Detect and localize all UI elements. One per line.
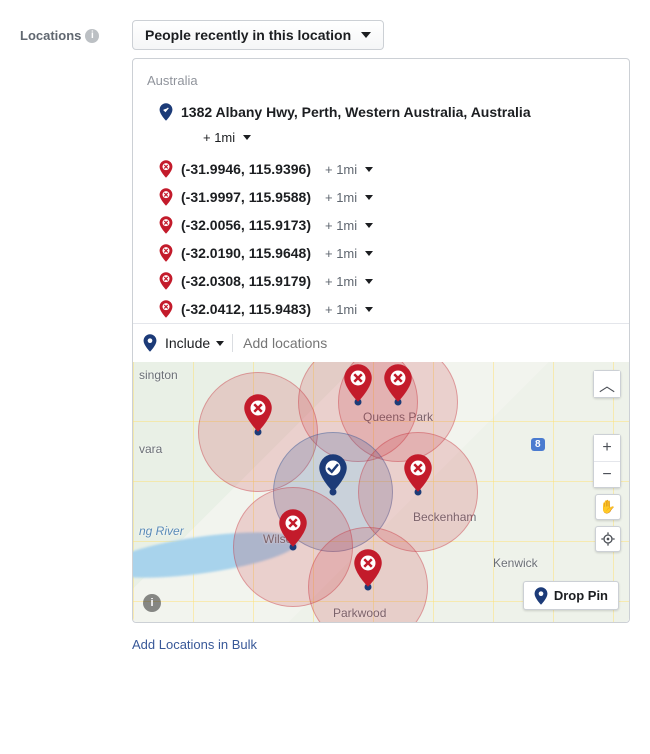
radius-dropdown[interactable]: + 1mi — [325, 162, 373, 177]
location-coords: (-31.9946, 115.9396) — [181, 161, 311, 177]
chevron-down-icon — [216, 341, 224, 346]
map-exclude-pin[interactable] — [243, 394, 273, 432]
map-place-label: ng River — [139, 524, 184, 538]
location-coords: (-32.0190, 115.9648) — [181, 245, 311, 261]
exclude-pin-icon — [159, 246, 173, 260]
location-row[interactable]: (-32.0190, 115.9648) + 1mi — [147, 239, 615, 267]
audience-dropdown[interactable]: People recently in this location — [132, 20, 384, 50]
location-row[interactable]: (-32.0056, 115.9173) + 1mi — [147, 211, 615, 239]
locations-label: Locations i — [20, 20, 120, 43]
map-exclude-pin[interactable] — [343, 364, 373, 402]
map-place-label: sington — [139, 368, 178, 382]
map-include-pin[interactable] — [318, 454, 348, 492]
chevron-down-icon — [365, 223, 373, 228]
chevron-down-icon — [365, 167, 373, 172]
radius-dropdown[interactable]: + 1mi — [325, 190, 373, 205]
audience-dropdown-label: People recently in this location — [145, 27, 351, 43]
exclude-pin-icon — [159, 190, 173, 204]
primary-location-text: 1382 Albany Hwy, Perth, Western Australi… — [181, 104, 531, 120]
map-place-label: Kenwick — [493, 556, 538, 570]
map[interactable]: sington vara Queens Park Beckenham Wilso… — [133, 362, 629, 622]
map-zoom-control: + − — [593, 434, 621, 488]
exclude-pin-icon — [159, 162, 173, 176]
include-exclude-dropdown[interactable]: Include — [165, 335, 224, 351]
map-exclude-pin[interactable] — [383, 364, 413, 402]
pin-icon — [534, 589, 548, 603]
map-pan-button[interactable]: ✋ — [595, 494, 621, 520]
location-row[interactable]: (-32.0308, 115.9179) + 1mi — [147, 267, 615, 295]
chevron-down-icon — [361, 32, 371, 38]
divider — [232, 334, 233, 352]
add-locations-input[interactable] — [241, 334, 619, 352]
chevron-down-icon — [365, 251, 373, 256]
map-place-label: vara — [139, 442, 162, 456]
radius-dropdown[interactable]: + 1mi — [325, 218, 373, 233]
map-exclude-pin[interactable] — [353, 549, 383, 587]
map-info-icon[interactable]: i — [143, 594, 161, 612]
map-locate-button[interactable] — [595, 526, 621, 552]
add-locations-bulk-link[interactable]: Add Locations in Bulk — [132, 637, 630, 652]
location-row[interactable]: (-31.9946, 115.9396) + 1mi — [147, 155, 615, 183]
zoom-out-button[interactable]: − — [594, 461, 620, 487]
location-coords: (-32.0308, 115.9179) — [181, 273, 311, 289]
location-coords: (-31.9997, 115.9588) — [181, 189, 311, 205]
map-exclude-pin[interactable] — [278, 509, 308, 547]
map-collapse-control[interactable]: ︿ — [593, 370, 621, 398]
exclude-pin-icon — [159, 218, 173, 232]
country-label: Australia — [147, 73, 615, 88]
include-pin-icon — [159, 105, 173, 119]
primary-location-row[interactable]: 1382 Albany Hwy, Perth, Western Australi… — [147, 98, 615, 126]
exclude-pin-icon — [159, 274, 173, 288]
radius-dropdown[interactable]: + 1mi — [325, 246, 373, 261]
chevron-down-icon — [243, 135, 251, 140]
location-coords: (-32.0056, 115.9173) — [181, 217, 311, 233]
chevron-down-icon — [365, 195, 373, 200]
map-exclude-pin[interactable] — [403, 454, 433, 492]
include-pin-icon — [143, 336, 157, 350]
location-row[interactable]: (-32.0412, 115.9483) + 1mi — [147, 295, 615, 323]
locations-panel: Australia 1382 Albany Hwy, Perth, Wester… — [132, 58, 630, 623]
primary-radius-dropdown[interactable]: + 1mi — [147, 126, 615, 155]
chevron-up-icon[interactable]: ︿ — [594, 371, 620, 397]
highway-badge: 8 — [531, 438, 545, 451]
drop-pin-button[interactable]: Drop Pin — [523, 581, 619, 610]
radius-dropdown[interactable]: + 1mi — [325, 302, 373, 317]
location-row[interactable]: (-31.9997, 115.9588) + 1mi — [147, 183, 615, 211]
chevron-down-icon — [365, 279, 373, 284]
info-icon[interactable]: i — [85, 29, 99, 43]
exclude-pin-icon — [159, 302, 173, 316]
chevron-down-icon — [365, 307, 373, 312]
radius-dropdown[interactable]: + 1mi — [325, 274, 373, 289]
zoom-in-button[interactable]: + — [594, 435, 620, 461]
location-coords: (-32.0412, 115.9483) — [181, 301, 311, 317]
